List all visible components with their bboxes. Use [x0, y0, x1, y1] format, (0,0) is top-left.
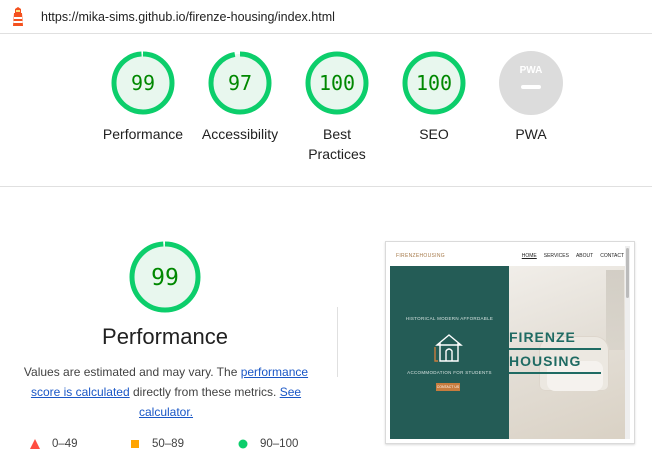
- curtain-shape: [606, 270, 624, 350]
- legend-fail: 0–49: [30, 438, 78, 450]
- circle-icon: [238, 439, 248, 449]
- gauge-best-practices[interactable]: 100 Best Practices: [287, 50, 387, 164]
- site-menu-item: HOME: [521, 253, 537, 259]
- gauge-label: SEO: [419, 126, 449, 142]
- triangle-icon: [30, 439, 40, 449]
- lighthouse-icon: [13, 7, 23, 26]
- legend-range: 90–100: [260, 438, 299, 450]
- house-logo-icon: [434, 334, 463, 362]
- performance-score: 99: [151, 265, 179, 291]
- hero-line: FIRENZE: [509, 326, 601, 350]
- gauge-ring: 99: [129, 241, 201, 313]
- site-tagline: HISTORICAL MODERN AFFORDABLE: [405, 316, 494, 321]
- square-icon: [131, 440, 139, 448]
- gauge-pwa[interactable]: PWA PWA: [481, 50, 581, 144]
- pwa-icon: PWA: [499, 51, 563, 115]
- url-bar: https://mika-sims.github.io/firenze-hous…: [0, 0, 652, 34]
- hero-line: HOUSING: [509, 350, 601, 374]
- category-gauges: 99 Performance 97 Accessibility 100 Best…: [0, 34, 652, 187]
- site-menu: HOME SERVICES ABOUT CONTACT: [522, 253, 624, 259]
- gauge-score: 99: [131, 71, 155, 95]
- final-screenshot[interactable]: FIRENZEHOUSING HOME SERVICES ABOUT CONTA…: [385, 241, 635, 444]
- site-hero-title: FIRENZE HOUSING: [509, 326, 601, 374]
- site-menu-item: SERVICES: [543, 253, 569, 259]
- gauge-seo[interactable]: 100 SEO: [384, 50, 484, 144]
- legend-range: 0–49: [52, 438, 78, 450]
- gauge-score: 100: [416, 71, 452, 95]
- legend-average: 50–89: [130, 438, 184, 450]
- gauge-ring: 97: [208, 51, 272, 115]
- site-menu-item: ABOUT: [575, 253, 594, 259]
- desc-prefix: Values are estimated and may vary. The: [23, 365, 241, 379]
- screenshot-scrollbar: [625, 246, 630, 439]
- gauge-label: Best Practices: [308, 126, 366, 162]
- gauge-accessibility[interactable]: 97 Accessibility: [190, 50, 290, 144]
- score-legend: 0–49 50–89 90–100: [0, 438, 330, 454]
- gauge-score: 97: [228, 71, 252, 95]
- legend-range: 50–89: [152, 438, 184, 450]
- screenshot-page: FIRENZEHOUSING HOME SERVICES ABOUT CONTA…: [390, 246, 630, 439]
- gauge-score: 100: [319, 71, 355, 95]
- performance-big-gauge: 99: [128, 240, 202, 319]
- site-menu-item: CONTACT: [600, 253, 624, 259]
- legend-pass: 90–100: [238, 438, 298, 450]
- performance-title: Performance: [102, 324, 228, 349]
- report-url[interactable]: https://mika-sims.github.io/firenze-hous…: [41, 10, 335, 24]
- site-brand: FIRENZEHOUSING: [396, 253, 445, 259]
- pwa-badge-text: PWA: [520, 65, 543, 76]
- site-nav: FIRENZEHOUSING HOME SERVICES ABOUT CONTA…: [390, 246, 630, 266]
- gauge-label: Accessibility: [201, 126, 279, 142]
- gauge-ring: 100: [402, 51, 466, 115]
- gauge-performance[interactable]: 99 Performance: [93, 50, 193, 144]
- gauge-ring: 100: [305, 51, 369, 115]
- performance-description: Values are estimated and may vary. The p…: [18, 362, 314, 422]
- site-subtitle: ACCOMMODATION FOR STUDENTS: [407, 370, 492, 375]
- gauge-label: PWA: [515, 126, 547, 142]
- gauge-label: Performance: [102, 126, 184, 142]
- desc-middle: directly from these metrics.: [129, 385, 280, 399]
- gauge-ring: 99: [111, 51, 175, 115]
- site-contact-button: CONTACT US: [436, 383, 460, 391]
- section-divider: [337, 307, 338, 377]
